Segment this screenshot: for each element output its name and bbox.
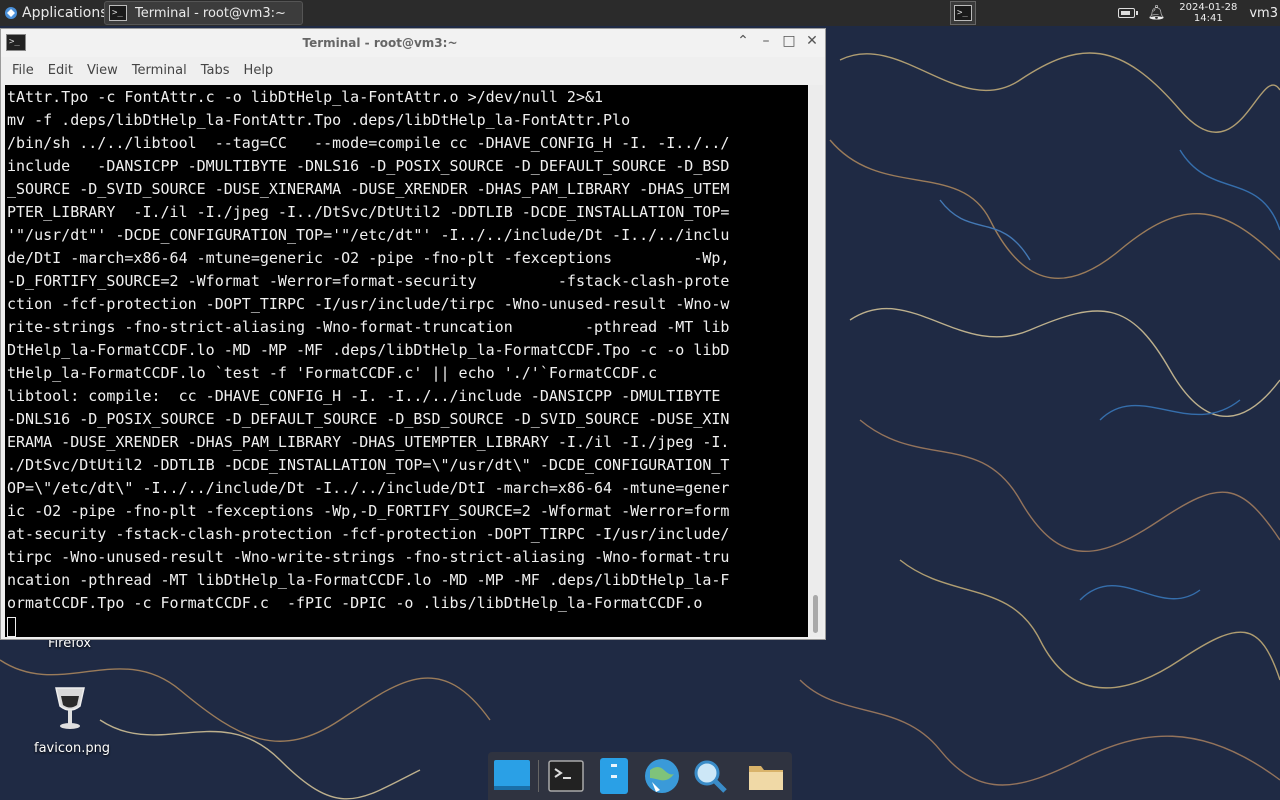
folder-icon[interactable] (746, 756, 786, 796)
top-panel: Applications >_ Terminal - root@vm3:~ >_… (0, 0, 1280, 26)
menu-view[interactable]: View (80, 63, 125, 78)
taskbar-terminal-title: Terminal - root@vm3:~ (135, 5, 286, 21)
web-browser-icon[interactable] (642, 756, 682, 796)
terminal-line: _SOURCE -D_SVID_SOURCE -DUSE_XINERAMA -D… (7, 180, 730, 198)
taskbar-terminal-button[interactable]: >_ Terminal - root@vm3:~ (104, 1, 303, 25)
file-manager-icon[interactable] (594, 756, 634, 796)
maximize-icon[interactable]: □ (780, 33, 798, 49)
window-title: Terminal - root@vm3:~ (302, 36, 458, 50)
menu-help[interactable]: Help (237, 63, 281, 78)
terminal-cursor (7, 616, 16, 637)
notification-bell-icon[interactable]: 🔔︎ (1147, 5, 1165, 21)
applications-menu[interactable]: Applications (0, 0, 112, 26)
close-icon[interactable]: ✕ (803, 33, 821, 49)
terminal-line: tHelp_la-FormatCCDF.lo `test -f 'FormatC… (7, 364, 658, 382)
menu-edit[interactable]: Edit (41, 63, 80, 78)
menu-tabs[interactable]: Tabs (194, 63, 237, 78)
terminal-line: ./DtSvc/DtUtil2 -DDTLIB -DCDE_INSTALLATI… (7, 456, 730, 474)
terminal-icon[interactable] (546, 756, 586, 796)
terminal-output[interactable]: tAttr.Tpo -c FontAttr.c -o libDtHelp_la-… (5, 85, 808, 637)
terminal-line: ction -fcf-protection -DOPT_TIRPC -I/usr… (7, 295, 730, 313)
terminal-line: at-security -fstack-clash-protection -fc… (7, 525, 730, 543)
menu-bar: File Edit View Terminal Tabs Help (1, 57, 825, 83)
clock-date: 2024-01-28 (1179, 2, 1238, 13)
terminal-line: libtool: compile: cc -DHAVE_CONFIG_H -I.… (7, 387, 730, 405)
terminal-line: mv -f .deps/libDtHelp_la-FontAttr.Tpo .d… (7, 111, 631, 129)
xfce-logo-icon (5, 7, 17, 19)
keep-above-icon[interactable]: ⌃ (734, 33, 752, 49)
terminal-line: ncation -pthread -MT libDtHelp_la-Format… (7, 571, 730, 589)
dock (488, 752, 792, 800)
minimize-icon[interactable]: – (757, 33, 775, 49)
applications-label: Applications (22, 5, 108, 21)
terminal-window: >_ Terminal - root@vm3:~ ⌃ – □ ✕ File Ed… (0, 28, 826, 640)
terminal-line: include -DANSICPP -DMULTIBYTE -DNLS16 -D… (7, 157, 730, 175)
terminal-line: ic -O2 -pipe -fno-plt -fexceptions -Wp,-… (7, 502, 730, 520)
menu-terminal[interactable]: Terminal (125, 63, 194, 78)
terminal-line: de/DtI -march=x86-64 -mtune=generic -O2 … (7, 249, 730, 267)
terminal-line: /bin/sh ../../libtool --tag=CC --mode=co… (7, 134, 730, 152)
terminal-line: -D_FORTIFY_SOURCE=2 -Wformat -Werror=for… (7, 272, 730, 290)
battery-icon[interactable] (1118, 8, 1139, 18)
terminal-line: '"/usr/dt"' -DCDE_CONFIGURATION_TOP='"/e… (7, 226, 730, 244)
terminal-icon: >_ (109, 5, 127, 21)
terminal-line: rite-strings -fno-strict-aliasing -Wno-f… (7, 318, 730, 336)
terminal-scrollbar[interactable] (809, 85, 823, 637)
panel-terminal-launcher[interactable]: >_ (950, 1, 976, 25)
terminal-line: tirpc -Wno-unused-result -Wno-write-stri… (7, 548, 730, 566)
clock-time: 14:41 (1193, 13, 1223, 24)
terminal-line: -DNLS16 -D_POSIX_SOURCE -D_DEFAULT_SOURC… (7, 410, 730, 428)
terminal-line: ormatCCDF.Tpo -c FormatCCDF.c -fPIC -DPI… (7, 594, 703, 612)
dock-separator (538, 760, 539, 792)
terminal-line: DtHelp_la-FormatCCDF.lo -MD -MP -MF .dep… (7, 341, 730, 359)
window-titlebar[interactable]: >_ Terminal - root@vm3:~ ⌃ – □ ✕ (1, 29, 825, 57)
terminal-line: OP=\"/etc/dt\" -I../../include/Dt -I../.… (7, 479, 730, 497)
desktop-icon-favicon-label[interactable]: favicon.png (34, 741, 110, 756)
terminal-prompt-line[interactable] (7, 615, 808, 637)
menu-file[interactable]: File (1, 63, 41, 78)
favicon-image-icon[interactable] (50, 684, 90, 736)
terminal-line: tAttr.Tpo -c FontAttr.c -o libDtHelp_la-… (7, 88, 604, 106)
user-menu[interactable]: vm3 (1249, 6, 1278, 21)
terminal-line: ERAMA -DUSE_XRENDER -DHAS_PAM_LIBRARY -D… (7, 433, 730, 451)
terminal-icon: >_ (954, 5, 972, 21)
app-finder-icon[interactable] (690, 756, 730, 796)
terminal-line: PTER_LIBRARY -I./il -I./jpeg -I../DtSvc/… (7, 203, 730, 221)
scrollbar-thumb[interactable] (813, 595, 818, 633)
show-desktop-icon[interactable] (492, 756, 532, 796)
system-tray: 🔔︎ 2024-01-28 14:41 vm3 (1118, 0, 1280, 26)
clock[interactable]: 2024-01-28 14:41 (1179, 2, 1237, 24)
